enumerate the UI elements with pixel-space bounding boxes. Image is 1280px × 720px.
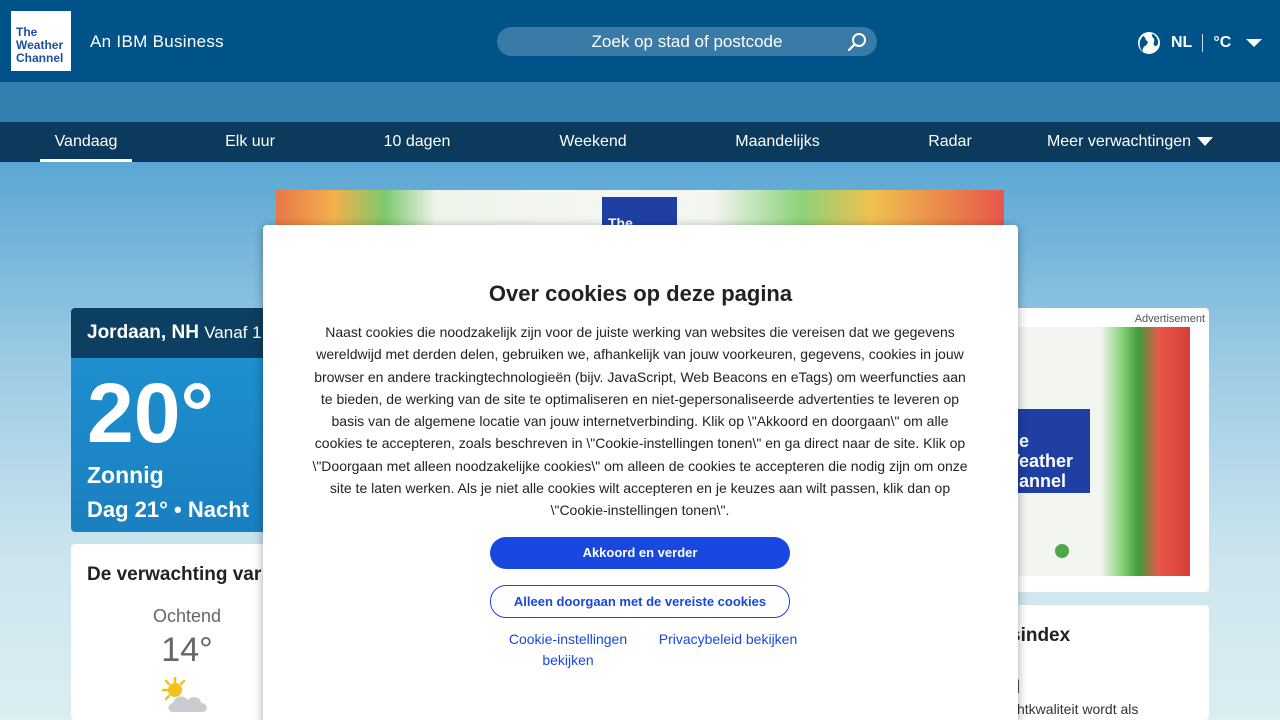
logo-line-3: Channel [16, 51, 64, 65]
tab-meer-verwachtingen[interactable]: Meer verwachtingen [1040, 122, 1220, 162]
caret-down-icon [1197, 137, 1214, 147]
current-conditions-card: Jordaan, NH Vanaf 1 20° Zonnig Dag 21° •… [71, 308, 271, 532]
forecast-title: De verwachting var [87, 564, 262, 585]
tab-weekend[interactable]: Weekend [548, 122, 638, 162]
location-header: Jordaan, NH Vanaf 1 [71, 308, 271, 358]
search-icon[interactable] [847, 32, 867, 52]
tab-meer-label: Meer verwachtingen [1046, 133, 1192, 150]
top-header: The Weather Channel An IBM Business Zoek… [0, 0, 1280, 82]
chevron-down-icon[interactable] [1245, 37, 1263, 49]
tab-vandaag[interactable]: Vandaag [40, 122, 132, 162]
search-placeholder: Zoek op stad of postcode [591, 32, 783, 51]
air-quality-text: chtkwaliteit wordt als [1010, 701, 1139, 717]
privacy-policy-link[interactable]: Privacybeleid bekijken [648, 629, 808, 650]
accept-cookies-button[interactable]: Akkoord en verder [490, 537, 790, 569]
weather-phrase: Zonnig [87, 462, 164, 488]
globe-icon [1138, 32, 1160, 54]
unit-label: °C [1213, 34, 1232, 51]
sub-header-bar [0, 82, 1280, 122]
ad-logo-line-1: he [1018, 431, 1030, 451]
locale-divider [1202, 34, 1204, 52]
cookie-settings-link[interactable]: Cookie-instellingen bekijken [488, 629, 648, 671]
tab-radar[interactable]: Radar [918, 122, 982, 162]
ad-artwork: he Veather hannel [1018, 327, 1190, 576]
ad-logo-block: he Veather hannel [1018, 409, 1090, 493]
cookie-dialog-text: Naast cookies die noodzakelijk zijn voor… [312, 324, 968, 519]
cookie-dialog-title: Over cookies op deze pagina [488, 281, 793, 306]
today-forecast-card: De verwachting var Ochtend 14° [71, 544, 271, 720]
air-quality-card: sindex d chtkwaliteit wordt als [1010, 605, 1209, 720]
partly-cloudy-icon [161, 676, 207, 712]
observation-time: Vanaf 1 [204, 323, 262, 342]
tab-elk-uur[interactable]: Elk uur [210, 122, 290, 162]
ad-label: Advertisement [1134, 313, 1205, 325]
cookie-consent-dialog: Over cookies op deze pagina Naast cookie… [263, 225, 1018, 720]
forecast-nav: Vandaag Elk uur 10 dagen Weekend Maandel… [0, 122, 1280, 162]
ad-logo-line-2: Veather [1018, 451, 1074, 471]
period-temperature: 14° [161, 631, 213, 669]
weather-channel-logo[interactable]: The Weather Channel [11, 11, 71, 71]
ad-logo-line-3: hannel [1018, 471, 1067, 491]
ad-dot [1055, 544, 1069, 558]
language-label: NL [1171, 34, 1193, 51]
search-input[interactable]: Zoek op stad of postcode [497, 27, 877, 56]
tab-maandelijks[interactable]: Maandelijks [725, 122, 830, 162]
required-cookies-button[interactable]: Alleen doorgaan met de vereiste cookies [490, 585, 790, 618]
ibm-tagline: An IBM Business [90, 32, 224, 51]
locale-selector[interactable]: NL °C [1137, 30, 1263, 56]
period-label: Ochtend [152, 606, 222, 626]
side-advertisement[interactable]: Advertisement he Veather hannel [1010, 308, 1209, 592]
top-advertisement[interactable]: The [276, 190, 1004, 230]
current-conditions-body: 20° Zonnig Dag 21° • Nacht [71, 358, 271, 532]
tab-10-dagen[interactable]: 10 dagen [372, 122, 462, 162]
current-temperature: 20° [87, 366, 215, 460]
air-quality-title: sindex [1010, 625, 1071, 646]
location-name: Jordaan, NH [87, 322, 199, 343]
day-night-temps: Dag 21° • Nacht [87, 497, 249, 522]
